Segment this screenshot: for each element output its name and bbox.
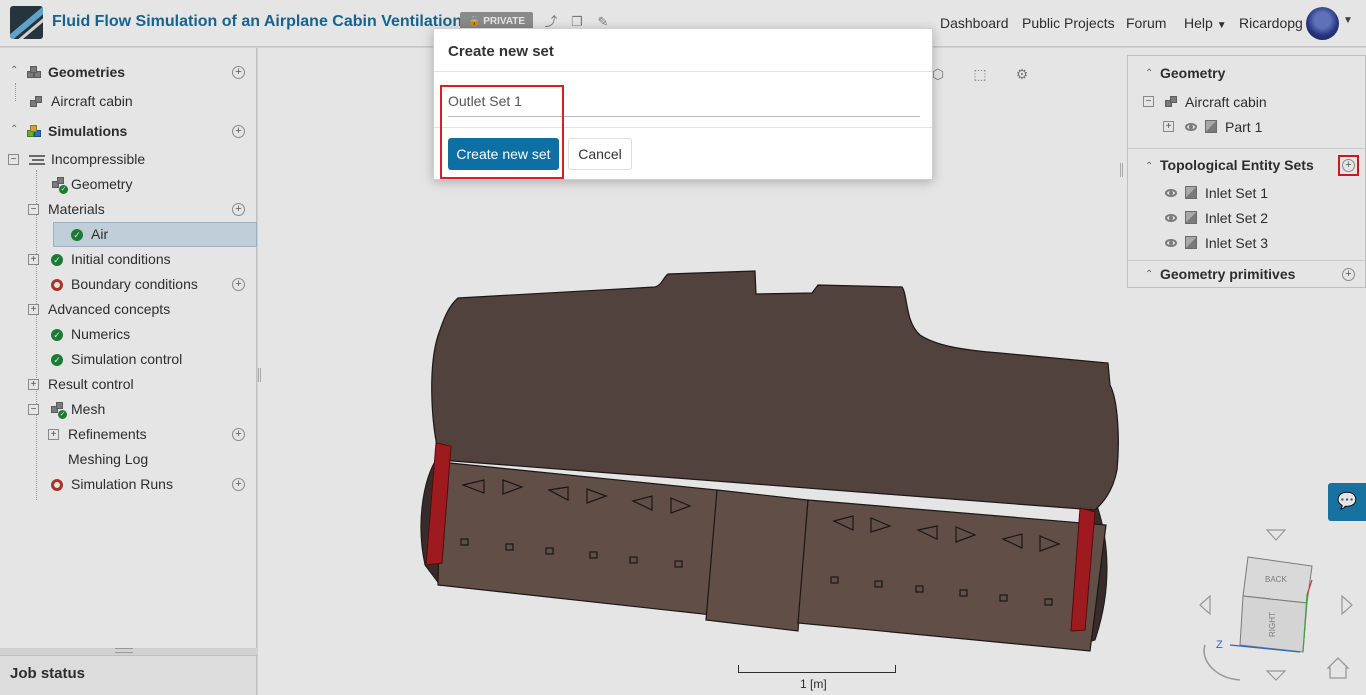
create-set-dialog: Create new set Create new set Cancel: [433, 28, 933, 180]
dialog-divider: [434, 71, 932, 72]
highlight-box: [440, 85, 564, 179]
cancel-button[interactable]: Cancel: [568, 138, 632, 170]
dialog-title: Create new set: [448, 43, 554, 60]
